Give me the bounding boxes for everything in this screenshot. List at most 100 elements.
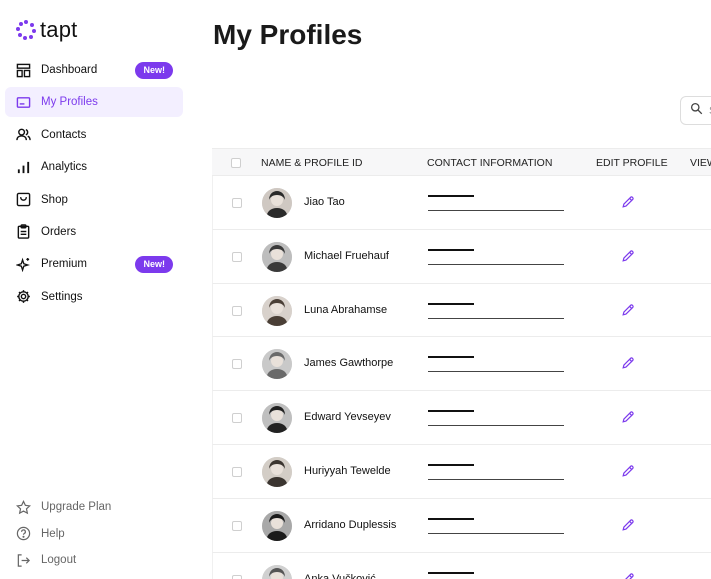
page-title: My Profiles [213, 19, 363, 50]
sidebar-item-logout[interactable]: Logout [5, 547, 183, 574]
new-badge: New! [135, 62, 173, 79]
edit-pencil-icon[interactable] [621, 518, 637, 534]
contact-info-underline [428, 478, 564, 480]
sidebar-item-premium[interactable]: Premium New! [5, 249, 183, 279]
contact-info-underline [428, 210, 564, 211]
avatar [262, 510, 292, 541]
column-header-contact[interactable]: CONTACT INFORMATION [427, 149, 552, 177]
sidebar-item-label: Premium [41, 258, 88, 271]
profile-name[interactable]: Luna Abrahamse [304, 304, 387, 316]
sidebar-nav: Dashboard New! My Profiles Contacts Anal… [5, 55, 183, 314]
contact-info-redacted [428, 302, 474, 305]
edit-pencil-icon[interactable] [621, 303, 637, 319]
contact-info-redacted [428, 517, 474, 520]
contact-info-redacted [428, 410, 474, 413]
row-checkbox[interactable] [232, 466, 242, 477]
bar-chart-icon [15, 159, 31, 175]
avatar [262, 349, 292, 380]
column-header-view[interactable]: VIEW [690, 149, 711, 177]
sidebar-item-label: Analytics [41, 161, 88, 174]
contact-info-redacted [428, 463, 474, 466]
table-body: Jiao Tao Michael Fruehauf Luna Abrahamse Ja… [212, 176, 711, 579]
brand-logo[interactable]: tapt [16, 19, 78, 41]
row-checkbox[interactable] [232, 251, 242, 262]
edit-pencil-icon[interactable] [621, 249, 637, 265]
brand-name: tapt [40, 17, 78, 42]
contact-info-underline [428, 263, 564, 265]
sidebar-item-analytics[interactable]: Analytics [5, 152, 183, 182]
avatar [262, 456, 292, 487]
profile-card-icon [15, 94, 31, 110]
sidebar-item-settings[interactable]: Settings [5, 282, 183, 312]
edit-pencil-icon[interactable] [621, 410, 637, 426]
avatar [262, 564, 292, 579]
logout-icon [15, 552, 31, 568]
table-row[interactable]: Luna Abrahamse [212, 283, 711, 338]
avatar [262, 241, 292, 272]
row-checkbox[interactable] [232, 413, 242, 424]
profile-name[interactable]: Jiao Tao [304, 196, 345, 208]
avatar [262, 403, 292, 434]
sidebar-item-label: Contacts [41, 128, 87, 141]
sidebar-item-label: Upgrade Plan [41, 501, 112, 514]
profiles-table: NAME & PROFILE ID CONTACT INFORMATION ED… [212, 148, 711, 579]
row-checkbox[interactable] [232, 198, 242, 208]
sidebar-item-dashboard[interactable]: Dashboard New! [5, 55, 183, 85]
search-input[interactable]: S [680, 96, 711, 125]
table-row[interactable]: Michael Fruehauf [212, 229, 711, 284]
table-row[interactable]: Edward Yevseyev [212, 391, 711, 445]
shop-icon [15, 192, 31, 208]
profile-name[interactable]: James Gawthorpe [304, 357, 393, 369]
contact-info-underline [428, 317, 564, 319]
sidebar-item-label: Orders [41, 225, 77, 238]
sidebar-item-orders[interactable]: Orders [5, 217, 183, 247]
sidebar-item-upgrade-plan[interactable]: Upgrade Plan [5, 494, 183, 521]
sidebar-item-help[interactable]: Help [5, 521, 183, 548]
sidebar-bottom-nav: Upgrade Plan Help Logout [5, 494, 183, 574]
select-all-checkbox[interactable] [231, 149, 241, 177]
sidebar-item-label: Dashboard [41, 64, 98, 76]
row-checkbox[interactable] [232, 520, 242, 531]
new-badge: New! [135, 256, 173, 274]
contact-info-redacted [428, 248, 474, 251]
sidebar-item-my-profiles[interactable]: My Profiles [5, 87, 183, 118]
sidebar-item-label: Settings [41, 290, 83, 303]
sidebar: tapt Dashboard New! My Profiles Contacts [0, 0, 192, 579]
column-header-name[interactable]: NAME & PROFILE ID [261, 149, 363, 177]
help-circle-icon [15, 526, 31, 542]
sidebar-item-shop[interactable]: Shop [5, 185, 183, 215]
table-row[interactable]: Anka Vučković [212, 552, 711, 579]
table-row[interactable]: James Gawthorpe [212, 337, 711, 392]
avatar [262, 188, 292, 218]
profile-name[interactable]: Anka Vučković [304, 573, 376, 579]
row-checkbox[interactable] [232, 359, 242, 370]
row-checkbox[interactable] [232, 305, 242, 316]
table-row[interactable]: Jiao Tao [212, 176, 711, 230]
sidebar-item-label: Logout [41, 554, 77, 567]
users-icon [15, 127, 31, 143]
column-header-edit[interactable]: EDIT PROFILE [596, 149, 668, 177]
contact-info-underline [428, 371, 564, 373]
sidebar-item-label: Help [41, 527, 65, 540]
sidebar-item-contacts[interactable]: Contacts [5, 120, 183, 150]
profile-name[interactable]: Edward Yevseyev [304, 411, 391, 423]
table-row[interactable]: Huriyyah Tewelde [212, 444, 711, 499]
row-checkbox[interactable] [232, 574, 242, 579]
profile-name[interactable]: Michael Fruehauf [304, 250, 389, 262]
edit-pencil-icon[interactable] [621, 356, 637, 372]
contact-info-underline [428, 425, 564, 427]
sidebar-item-label: My Profiles [41, 96, 98, 109]
edit-pencil-icon[interactable] [621, 464, 637, 480]
edit-pencil-icon[interactable] [621, 195, 637, 211]
profile-name[interactable]: Arridano Duplessis [304, 519, 396, 531]
gear-icon [15, 289, 31, 305]
search-icon [690, 102, 703, 120]
edit-pencil-icon[interactable] [621, 572, 637, 579]
table-row[interactable]: Arridano Duplessis [212, 498, 711, 553]
contact-info-redacted [428, 571, 474, 574]
sparkles-icon [15, 256, 31, 272]
contact-info-redacted [428, 356, 474, 359]
contact-info-underline [428, 532, 564, 534]
avatar [262, 295, 292, 326]
profile-name[interactable]: Huriyyah Tewelde [304, 465, 391, 477]
